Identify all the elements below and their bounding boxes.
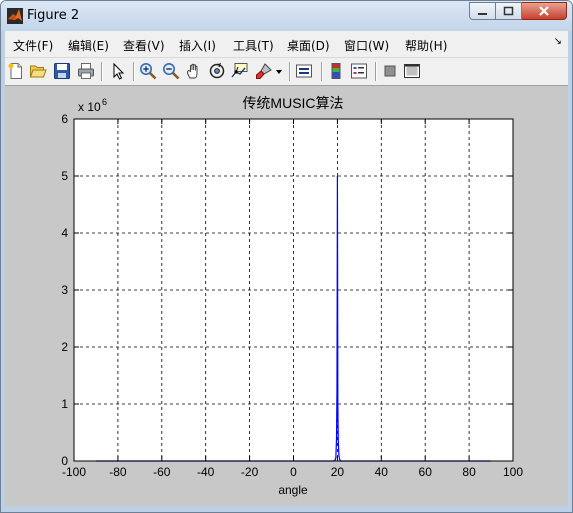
y-exponent-value: 6 (102, 97, 107, 107)
figure-toolbar (5, 58, 568, 86)
y-exponent-label: x 10 (78, 100, 101, 114)
legend-icon[interactable] (350, 62, 368, 80)
y-tick-label: 3 (61, 283, 68, 297)
menu-tools[interactable]: 工具(T) (233, 37, 274, 54)
menu-insert[interactable]: 插入(I) (179, 37, 216, 54)
save-icon[interactable] (53, 62, 71, 80)
y-tick-label: 5 (61, 169, 68, 183)
show-plot-tools-icon[interactable] (403, 62, 421, 80)
colorbar-icon[interactable] (327, 62, 345, 80)
toolbar-separator (289, 62, 291, 81)
open-file-icon[interactable] (29, 62, 47, 80)
window-controls (469, 2, 567, 22)
menu-desktop[interactable]: 桌面(D) (287, 37, 330, 54)
menu-view[interactable]: 查看(V) (123, 37, 165, 54)
maximize-button[interactable] (496, 2, 522, 20)
pan-hand-icon[interactable] (185, 62, 203, 80)
menu-file[interactable]: 文件(F) (13, 37, 53, 54)
menu-help[interactable]: 帮助(H) (405, 37, 447, 54)
x-tick-label: 40 (375, 465, 389, 479)
zoom-in-icon[interactable] (139, 62, 157, 80)
x-tick-label: 60 (419, 465, 433, 479)
y-tick-label: 2 (61, 340, 68, 354)
minimize-button[interactable] (469, 2, 496, 20)
y-tick-labels: 0 1 2 3 4 5 6 (61, 112, 68, 468)
matlab-logo-icon (7, 8, 23, 24)
new-figure-icon[interactable] (7, 62, 25, 80)
toolbar-separator (321, 62, 323, 81)
x-tick-label: -80 (109, 465, 127, 479)
x-tick-label: 20 (331, 465, 345, 479)
print-icon[interactable] (77, 62, 95, 80)
x-tick-label: 100 (503, 465, 523, 479)
link-plot-icon[interactable] (295, 62, 313, 80)
maximize-icon (503, 6, 514, 16)
menu-overflow-icon[interactable]: ↘ (554, 36, 562, 47)
x-tick-label: -20 (241, 465, 259, 479)
x-tick-label: 0 (290, 465, 297, 479)
menu-window[interactable]: 窗口(W) (344, 37, 389, 54)
minimize-icon (478, 12, 487, 15)
x-tick-label: -60 (153, 465, 171, 479)
y-tick-label: 0 (61, 454, 68, 468)
x-tick-labels: -100 -80 -60 -40 -20 0 20 40 60 80 100 (62, 465, 523, 479)
music-spectrum-plot[interactable]: -100 -80 -60 -40 -20 0 20 40 60 80 100 0123456 传统M… (5, 86, 568, 506)
y-tick-label: 4 (61, 226, 68, 240)
title-bar[interactable]: Figure 2 (1, 1, 572, 31)
select-arrow-icon[interactable] (109, 62, 127, 80)
toolbar-separator (101, 62, 103, 81)
hide-plot-tools-icon[interactable] (381, 62, 399, 80)
rotate-3d-icon[interactable] (208, 62, 226, 80)
x-tick-label: 80 (462, 465, 476, 479)
y-tick-label: 1 (61, 397, 68, 411)
close-button[interactable] (522, 2, 567, 20)
chart-title: 传统MUSIC算法 (242, 95, 343, 111)
window-title: Figure 2 (27, 8, 80, 23)
y-tick-label: 6 (61, 112, 68, 126)
brush-dropdown-icon[interactable] (275, 62, 283, 80)
menu-edit[interactable]: 编辑(E) (68, 37, 109, 54)
data-cursor-icon[interactable] (231, 62, 249, 80)
menu-bar: 文件(F) 编辑(E) 查看(V) 插入(I) 工具(T) 桌面(D) 窗口(W… (5, 31, 568, 58)
toolbar-separator (133, 62, 135, 81)
toolbar-separator (375, 62, 377, 81)
close-icon (539, 6, 549, 16)
brush-icon[interactable] (255, 62, 273, 80)
figure-window: Figure 2 文件(F) 编辑(E) 查看(V) 插入(I) 工具(T) 桌… (0, 0, 573, 513)
figure-canvas[interactable]: -100 -80 -60 -40 -20 0 20 40 60 80 100 0123456 传统M… (5, 86, 568, 506)
x-axis-label: angle (278, 483, 308, 497)
zoom-out-icon[interactable] (162, 62, 180, 80)
x-tick-label: -40 (197, 465, 215, 479)
